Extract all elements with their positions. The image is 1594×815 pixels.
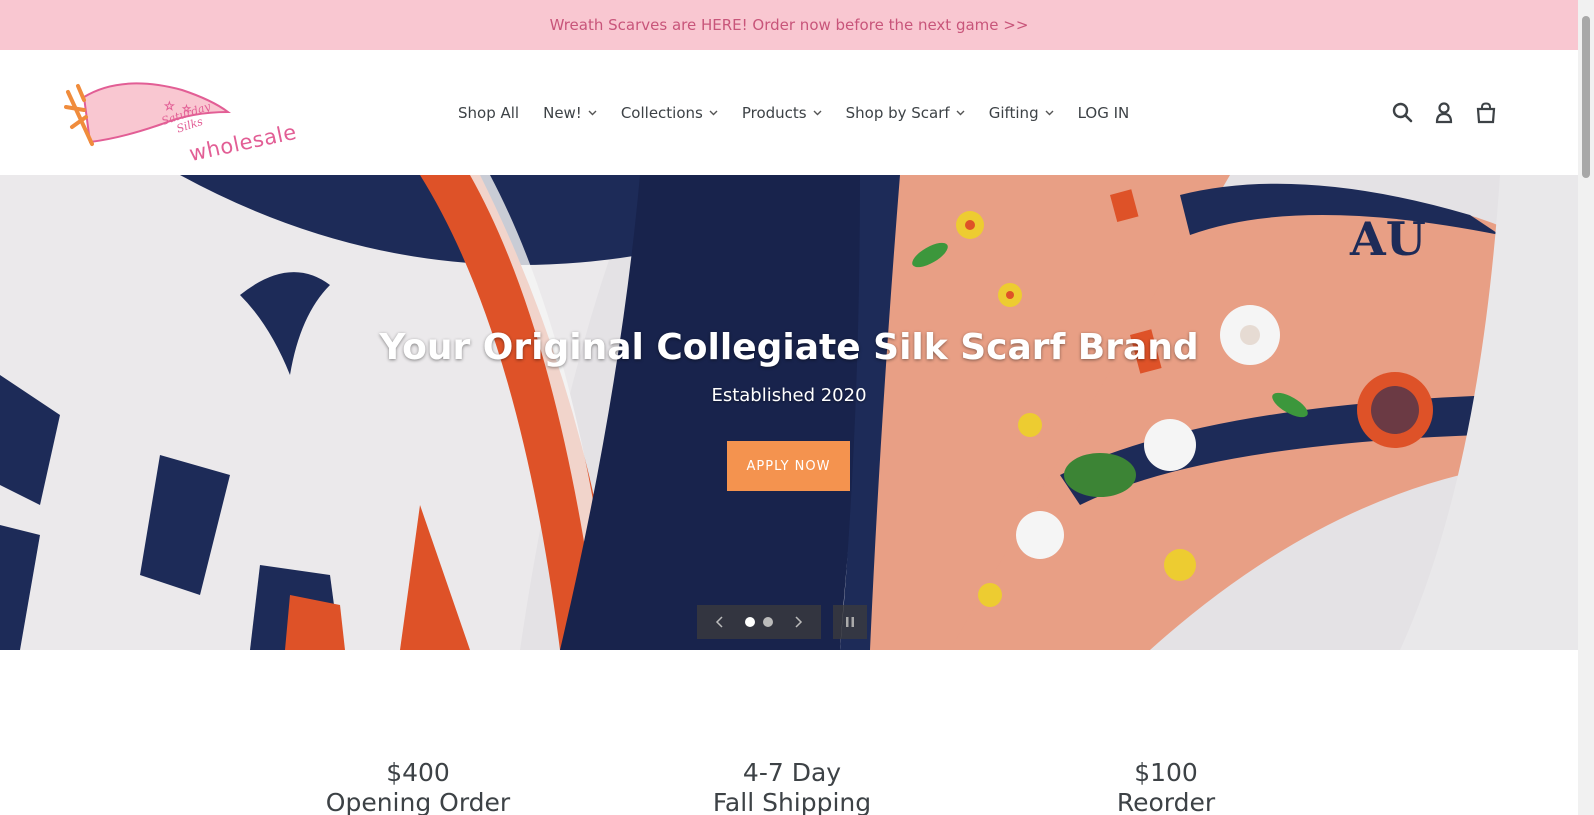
nav-label: Shop All xyxy=(458,103,520,122)
page-scrollbar[interactable] xyxy=(1578,0,1594,815)
nav-log-in[interactable]: LOG IN xyxy=(1078,104,1130,122)
nav-products[interactable]: Products xyxy=(742,104,822,122)
nav-label: LOG IN xyxy=(1077,103,1130,122)
nav-shop-all[interactable]: Shop All xyxy=(458,104,519,122)
hero-title: Your Original Collegiate Silk Scarf Bran… xyxy=(379,327,1199,368)
nav-shop-by-scarf[interactable]: Shop by Scarf xyxy=(846,104,965,122)
nav-label: Collections xyxy=(620,103,703,122)
chevron-down-icon xyxy=(813,109,822,119)
nav-label: New! xyxy=(543,103,582,122)
hero-scarf-image: AU xyxy=(0,175,1578,650)
hero-slideshow: AU Your Original Collegiate Silk Scarf B… xyxy=(0,175,1578,650)
account-icon[interactable] xyxy=(1432,101,1456,125)
header-icons xyxy=(1390,50,1498,175)
cart-icon[interactable] xyxy=(1474,101,1498,125)
site-header: ☆ ☆ Saturday Silks wholesale Shop All Ne… xyxy=(0,50,1578,175)
feature-highlights: $400 Opening Order 4-7 Day Fall Shipping… xyxy=(0,650,1578,815)
search-icon[interactable] xyxy=(1390,101,1414,125)
previous-slide-icon[interactable] xyxy=(697,605,741,639)
logo[interactable]: ☆ ☆ Saturday Silks wholesale xyxy=(62,72,299,166)
slide-dot-1[interactable] xyxy=(745,617,755,627)
feature-shipping: 4-7 Day Fall Shipping xyxy=(672,758,912,815)
main-nav: Shop All New! Collections Products Shop … xyxy=(458,50,1129,175)
slideshow-nav xyxy=(697,605,821,639)
feature-label: Fall Shipping xyxy=(712,788,872,815)
slide-dot-2[interactable] xyxy=(763,617,773,627)
nav-new[interactable]: New! xyxy=(543,104,597,122)
feature-opening-order: $400 Opening Order xyxy=(298,758,538,815)
apply-now-button[interactable]: APPLY NOW xyxy=(727,441,850,491)
next-slide-icon[interactable] xyxy=(777,605,821,639)
feature-value: $100 xyxy=(1134,758,1198,787)
chevron-down-icon xyxy=(709,109,718,119)
nav-gifting[interactable]: Gifting xyxy=(989,104,1054,122)
hero-subtitle: Established 2020 xyxy=(711,385,867,406)
chevron-down-icon xyxy=(956,109,965,119)
nav-label: Products xyxy=(741,103,807,122)
scrollbar-thumb[interactable] xyxy=(1582,16,1590,178)
pause-slideshow-icon[interactable] xyxy=(833,605,867,639)
chevron-down-icon xyxy=(588,109,597,119)
chevron-down-icon xyxy=(1045,109,1054,119)
announcement-bar-link[interactable]: Wreath Scarves are HERE! Order now befor… xyxy=(0,0,1578,50)
feature-reorder: $100 Reorder xyxy=(1046,758,1286,815)
feature-label: Opening Order xyxy=(325,788,511,815)
slideshow-controls xyxy=(697,605,867,639)
nav-collections[interactable]: Collections xyxy=(621,104,718,122)
feature-label: Reorder xyxy=(1116,788,1216,815)
nav-label: Shop by Scarf xyxy=(845,103,950,122)
feature-value: 4-7 Day xyxy=(742,758,842,787)
nav-label: Gifting xyxy=(988,103,1039,122)
feature-value: $400 xyxy=(386,758,450,787)
